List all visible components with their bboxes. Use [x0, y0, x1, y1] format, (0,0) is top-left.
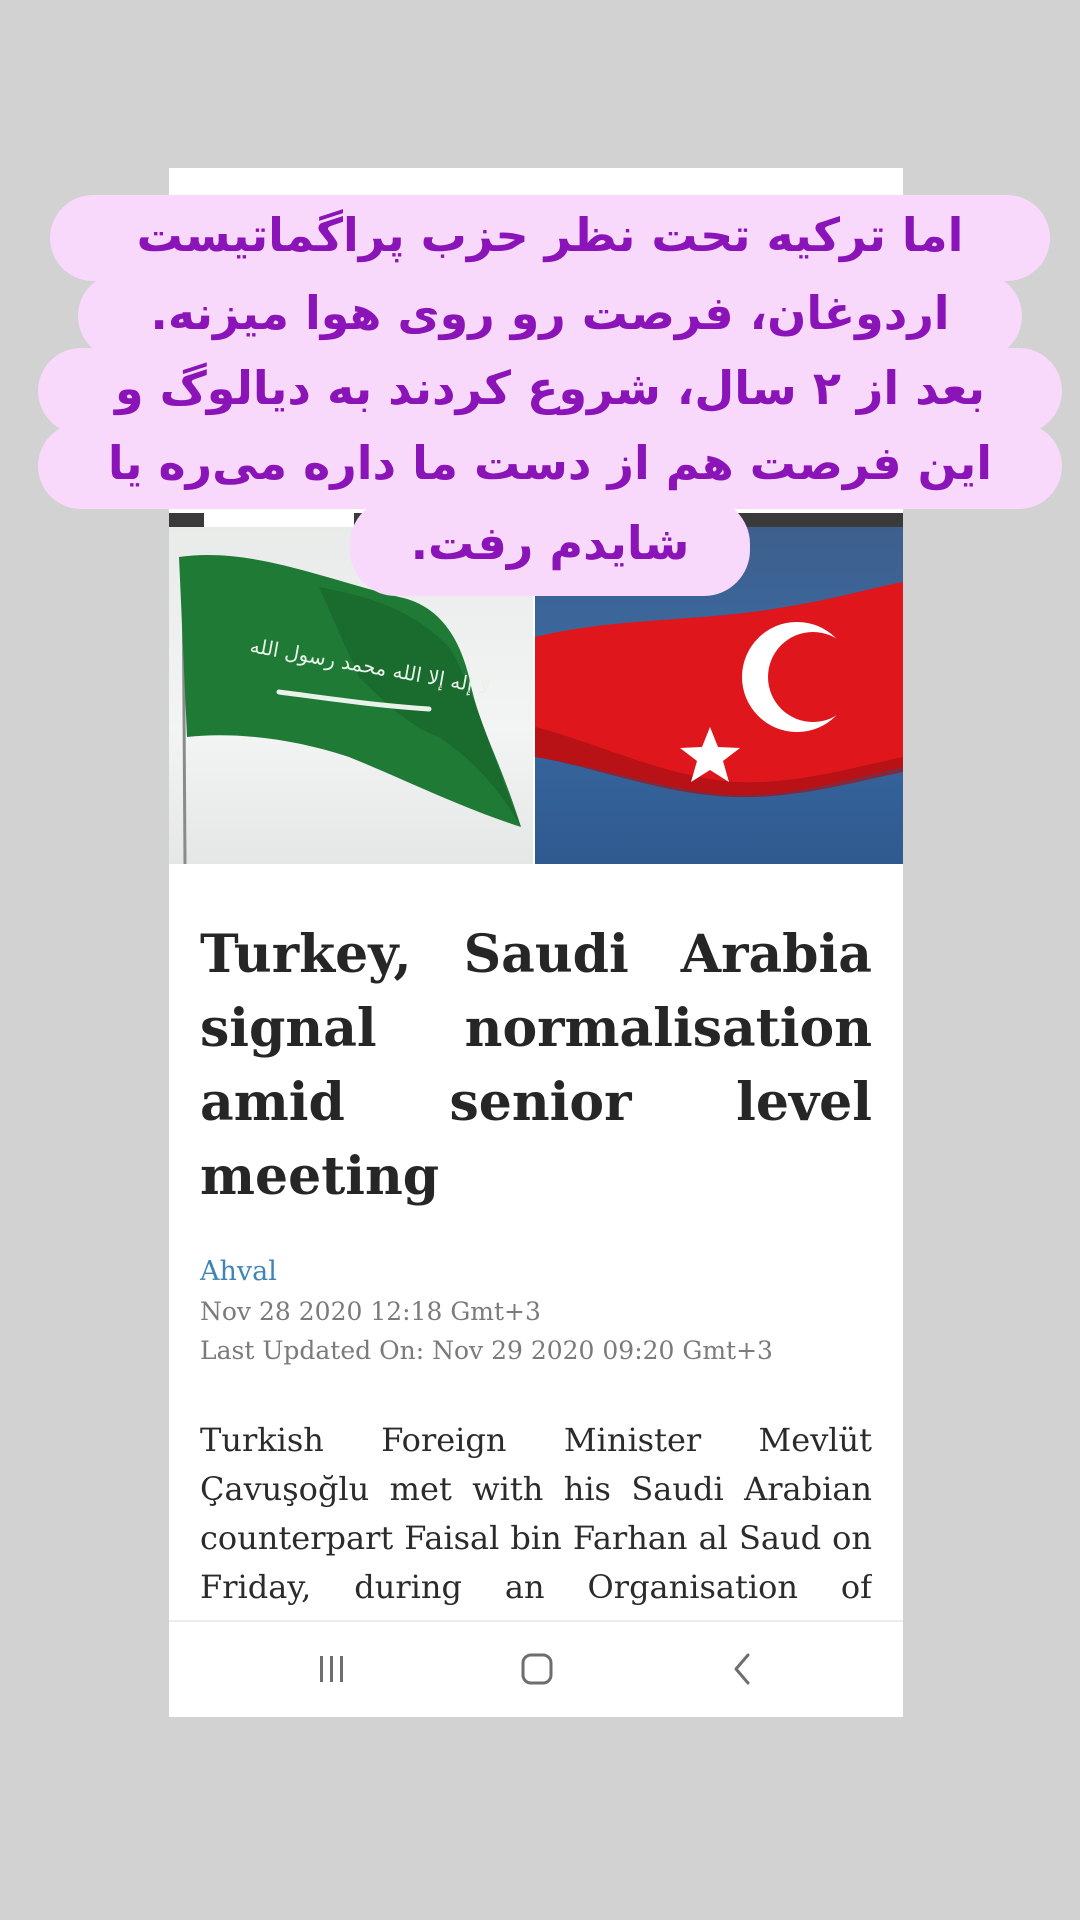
back-button[interactable]	[712, 1644, 772, 1694]
caption-line-5: شایدم رفت.	[350, 498, 750, 596]
home-button[interactable]	[507, 1644, 567, 1694]
caption-line-1: اما ترکیه تحت نظر حزب پراگماتیست	[50, 195, 1050, 281]
recents-icon	[320, 1656, 343, 1682]
article-source-link[interactable]: Ahval	[200, 1256, 277, 1287]
recents-button[interactable]	[302, 1644, 362, 1694]
caption-line-2: اردوغان، فرصت رو روی هوا میزنه.	[78, 273, 1022, 359]
article-body: Turkish Foreign Minister Mevlüt Çavuşoğl…	[200, 1421, 872, 1606]
published-date: Nov 28 2020 12:18 Gmt+3	[200, 1297, 541, 1326]
caption-line-4: این فرصت هم از دست ما داره می‌ره یا	[38, 423, 1062, 509]
home-icon	[521, 1653, 553, 1685]
back-icon	[734, 1653, 750, 1685]
article-headline: Turkey, Saudi Arabia signal normalisatio…	[200, 924, 872, 1207]
android-nav-bar	[169, 1620, 903, 1717]
caption-line-3: بعد از ۲ سال، شروع کردند به دیالوگ و	[38, 348, 1062, 434]
updated-date: Last Updated On: Nov 29 2020 09:20 Gmt+3	[200, 1336, 773, 1365]
persian-caption-overlay: اما ترکیه تحت نظر حزب پراگماتیست اردوغان…	[0, 0, 1080, 620]
